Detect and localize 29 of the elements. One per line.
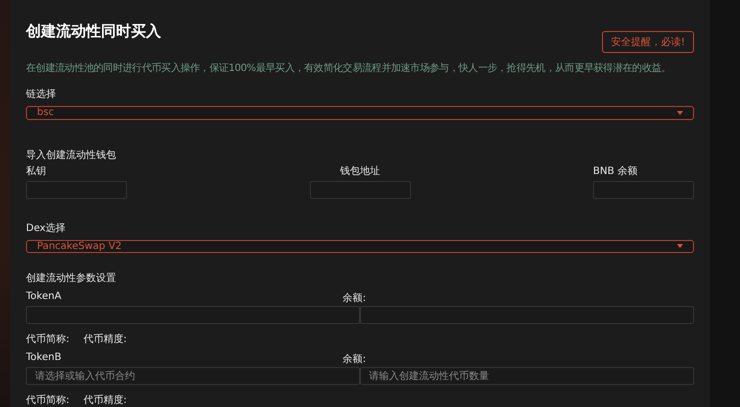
- input-field[interactable]: [310, 180, 410, 198]
- caret-icon: [677, 110, 683, 115]
- field-label: 代币精度:: [83, 394, 127, 407]
- field-label: 余额:: [342, 352, 366, 366]
- field-label: 余额:: [342, 292, 366, 305]
- chain-select[interactable]: bsc: [26, 106, 694, 120]
- field-label: 链选择: [26, 88, 57, 101]
- input-field[interactable]: [593, 180, 694, 198]
- input-field[interactable]: 请选择或输入代币合约: [26, 367, 360, 385]
- field-label: BNB 余额: [593, 164, 638, 178]
- field-label: 代币精度:: [83, 332, 127, 346]
- description-text: 在创建流动性池的同时进行代币买入操作，保证100%最早买入，有效简化交易流程并加速市场参与，快人一步，抢得先机，从而更早获得潜在的收益。: [26, 62, 672, 75]
- field-label: TokenB: [26, 352, 62, 365]
- page-title: 创建流动性同时买入: [26, 22, 161, 41]
- section-heading: 创建流动性参数设置: [26, 272, 117, 285]
- input-field[interactable]: [26, 306, 360, 324]
- input-field[interactable]: [26, 180, 127, 198]
- caret-icon: [677, 244, 683, 248]
- dex-select[interactable]: PancakeSwap V2: [26, 240, 694, 253]
- field-label: Dex选择: [26, 222, 67, 234]
- field-label: TokenA: [26, 291, 62, 304]
- field-label: 钱包地址: [339, 164, 381, 178]
- input-field[interactable]: 请输入创建流动性代币数量: [360, 367, 694, 385]
- section-heading: 导入创建流动性钱包: [26, 148, 117, 162]
- field-label: 代币简称:: [26, 332, 70, 346]
- safety-notice-button[interactable]: 安全提醒，必读!: [602, 31, 694, 53]
- input-field[interactable]: [360, 306, 694, 324]
- field-label: 私钥: [26, 164, 47, 178]
- field-label: 代币简称:: [26, 394, 70, 407]
